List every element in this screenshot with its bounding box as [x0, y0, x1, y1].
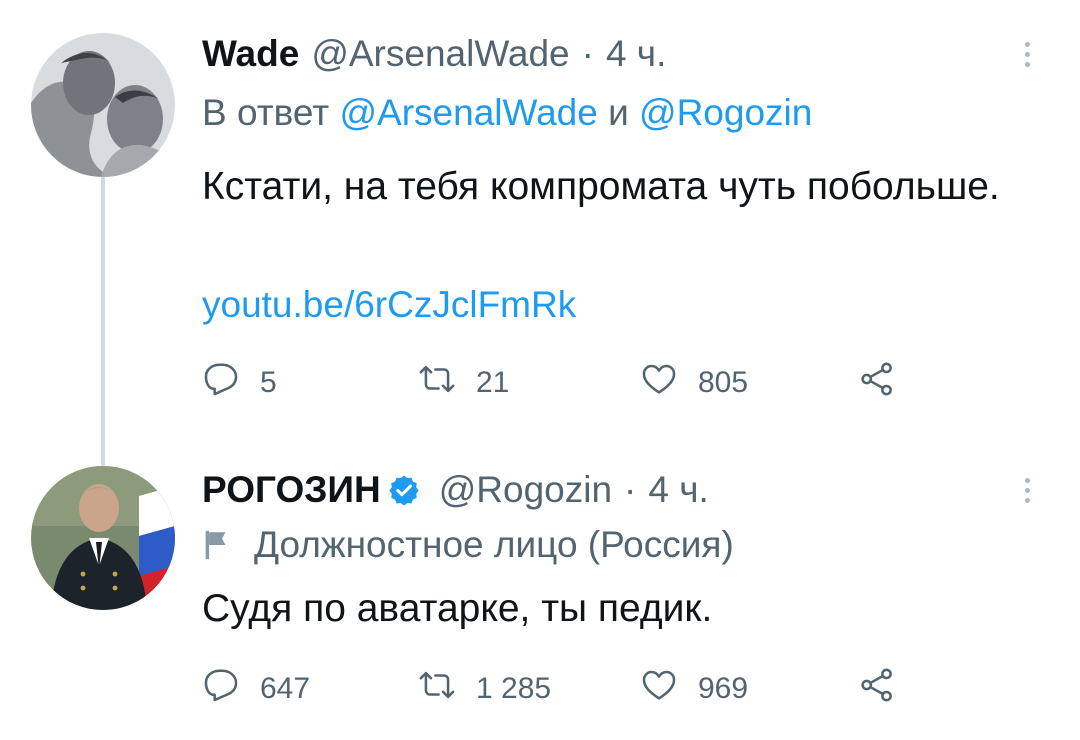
share-button[interactable] — [858, 358, 896, 408]
display-name[interactable]: РОГОЗИН — [202, 469, 381, 511]
retweet-icon — [418, 666, 456, 712]
like-button[interactable]: 805 — [640, 358, 748, 408]
reply-joiner: и — [608, 92, 629, 133]
more-icon[interactable] — [1012, 30, 1042, 78]
tweet-link[interactable]: youtu.be/6rCzJclFmRk — [202, 284, 576, 326]
user-handle[interactable]: @ArsenalWade — [311, 33, 569, 75]
timestamp[interactable]: 4 ч. — [648, 469, 708, 511]
retweet-count: 1 285 — [476, 672, 552, 705]
reply-count: 5 — [260, 366, 277, 399]
retweet-count: 21 — [476, 366, 510, 399]
like-button[interactable]: 969 — [640, 664, 748, 714]
mention-link[interactable]: @ArsenalWade — [340, 92, 598, 133]
user-handle[interactable]: @Rogozin — [439, 469, 612, 511]
heart-icon — [640, 666, 678, 712]
tweet-text: Кстати, на тебя компромата чуть побольше… — [202, 165, 1000, 208]
avatar[interactable] — [31, 33, 175, 177]
reply-icon — [202, 666, 240, 712]
verified-badge-icon — [387, 473, 421, 507]
retweet-button[interactable]: 1 285 — [418, 664, 551, 714]
display-name[interactable]: Wade — [202, 33, 299, 75]
retweet-icon — [418, 360, 456, 406]
separator-dot: · — [624, 469, 637, 510]
tweet-header: Wade @ArsenalWade · 4 ч. — [202, 30, 666, 78]
like-count: 805 — [698, 366, 749, 399]
reply-prefix: В ответ — [202, 92, 330, 133]
thread-connector-line — [101, 176, 105, 466]
reply-count: 647 — [260, 672, 311, 705]
tweet-actions: 647 1 285 969 — [202, 664, 922, 714]
account-label[interactable]: Должностное лицо (Россия) — [202, 524, 734, 566]
share-button[interactable] — [858, 664, 896, 714]
reply-button[interactable]: 5 — [202, 358, 277, 408]
share-icon — [858, 360, 896, 406]
more-icon[interactable] — [1012, 466, 1042, 514]
reply-icon — [202, 360, 240, 406]
tweet-actions: 5 21 805 — [202, 358, 922, 408]
separator-dot: · — [581, 33, 594, 74]
retweet-button[interactable]: 21 — [418, 358, 509, 408]
share-icon — [858, 666, 896, 712]
like-count: 969 — [698, 672, 749, 705]
mention-link[interactable]: @Rogozin — [639, 92, 812, 133]
reply-button[interactable]: 647 — [202, 664, 310, 714]
tweet-header: РОГОЗИН @Rogozin · 4 ч. — [202, 466, 709, 514]
avatar[interactable] — [31, 466, 175, 610]
reply-context: В ответ @ArsenalWade и @Rogozin — [202, 92, 812, 134]
timestamp[interactable]: 4 ч. — [606, 33, 666, 75]
tweet-text: Судя по аватарке, ты педик. — [202, 587, 713, 630]
account-label-text: Должностное лицо (Россия) — [254, 524, 734, 565]
heart-icon — [640, 360, 678, 406]
flag-icon — [202, 528, 232, 562]
